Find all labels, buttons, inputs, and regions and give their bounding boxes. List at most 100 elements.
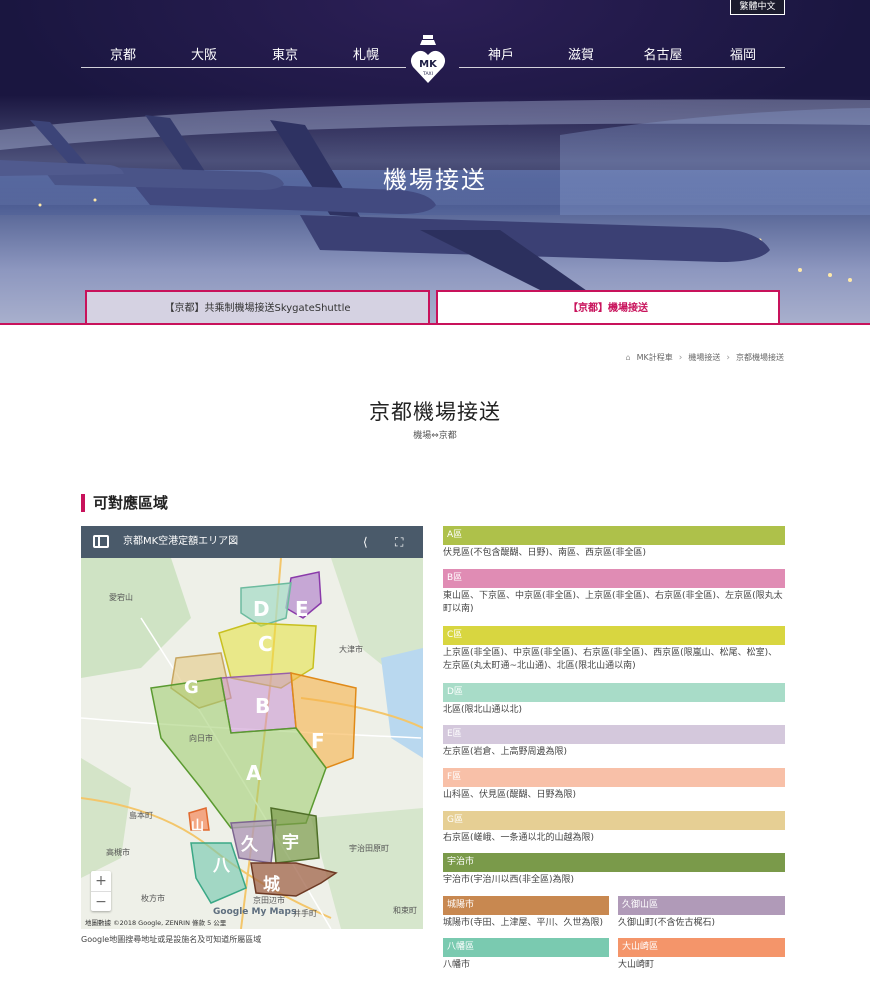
area-description: 宇治市(宇治川以西(非全區)為限) xyxy=(443,875,575,885)
area-description: 右京區(嵯峨、一条通以北的山越為限) xyxy=(443,833,595,843)
area-item: G區右京區(嵯峨、一条通以北的山越為限) xyxy=(443,811,785,845)
nav-item-nagoya[interactable]: 名古屋 xyxy=(633,44,693,63)
google-logo: Google My Maps xyxy=(213,907,296,917)
place-ujitawara: 宇治田原町 xyxy=(349,843,389,853)
place-kyotanabe: 京田辺市 xyxy=(253,895,285,905)
map-label-f: F xyxy=(311,729,325,753)
map-label-g: G xyxy=(184,677,199,698)
breadcrumb-item-current: 京都機場接送 xyxy=(736,353,784,362)
map-note: Google地圖搜尋地址或是設施名及可知道所屬區域 xyxy=(81,935,262,944)
place-takatsuki: 高槻市 xyxy=(106,847,130,857)
area-description: 久御山町(不含佐古梶石) xyxy=(618,918,716,928)
area-item: D區北區(限北山通以北) xyxy=(443,683,785,717)
map-toolbar: 京都MK空港定額エリア図 ⟨ ⛶ xyxy=(81,526,423,558)
map-label-yamazaki: 山 xyxy=(191,818,204,834)
area-name: 城陽市 xyxy=(443,896,609,915)
area-description: 左京區(岩倉、上高野周邊為限) xyxy=(443,747,568,757)
logo-mk-text: MK xyxy=(419,59,438,70)
zoom-in-button[interactable]: + xyxy=(91,871,111,891)
logo-taxi-text: TAXI xyxy=(422,71,433,77)
mk-taxi-logo[interactable]: MK TAXI xyxy=(410,33,446,85)
map-label-uji: 宇 xyxy=(282,832,299,853)
area-item: F區山科區、伏見區(醍醐、日野為限) xyxy=(443,768,785,802)
page-title: 京都機場接送 xyxy=(369,400,501,424)
area-item: 大山崎區 大山崎町 xyxy=(618,938,785,972)
area-map[interactable]: 京都MK空港定額エリア図 ⟨ ⛶ D E C G B F A 久 宇 八 山 城… xyxy=(81,526,423,929)
area-description: 城陽市(寺田、上津屋、平川、久世為限) xyxy=(443,918,604,928)
area-name: F區 xyxy=(443,768,785,787)
chevron-right-icon: › xyxy=(678,352,683,363)
breadcrumb-item-airport[interactable]: 機場接送 xyxy=(688,352,720,363)
nav-item-tokyo[interactable]: 東京 xyxy=(255,44,315,63)
nav-divider-left xyxy=(81,67,406,68)
tab-airport-transfer[interactable]: 【京都】機場接送 xyxy=(436,290,780,325)
area-item: 宇治市宇治市(宇治川以西(非全區)為限) xyxy=(443,853,785,887)
breadcrumb: ⌂ MK計程車 › 機場接送 › 京都機場接送 xyxy=(626,352,784,363)
share-icon[interactable]: ⟨ xyxy=(363,526,368,558)
map-attribution: 地圖數據 ©2018 Google, ZENRIN 條款 5 公里 xyxy=(85,918,227,927)
map-legend-icon[interactable] xyxy=(93,535,109,548)
area-item: 八幡區 八幡市 xyxy=(443,938,609,972)
chevron-right-icon: › xyxy=(726,352,730,363)
nav-item-fukuoka[interactable]: 福岡 xyxy=(713,44,773,63)
map-label-a: A xyxy=(246,761,262,785)
map-label-c: C xyxy=(258,632,273,656)
area-description: 上京區(非全區)、中京區(非全區)、右京區(非全區)、西京區(限嵐山、松尾、松室… xyxy=(443,648,778,671)
nav-item-kobe[interactable]: 神戶 xyxy=(471,44,531,63)
place-ide: 井手町 xyxy=(293,908,317,918)
map-label-b: B xyxy=(255,694,270,718)
area-name: B區 xyxy=(443,569,785,588)
nav-divider-right xyxy=(459,67,785,68)
zoom-control: + − xyxy=(91,871,111,911)
map-canvas[interactable]: D E C G B F A 久 宇 八 山 城 愛宕山 大津市 向日市 高槻市 … xyxy=(81,558,423,929)
area-description: 東山區、下京區、中京區(非全區)、上京區(非全區)、右京區(非全區)、左京區(限… xyxy=(443,591,783,614)
hero-bottom-border xyxy=(0,323,870,325)
area-name: 宇治市 xyxy=(443,853,785,872)
area-name: C區 xyxy=(443,626,785,645)
area-description: 八幡市 xyxy=(443,960,471,970)
area-item: E區左京區(岩倉、上高野周邊為限) xyxy=(443,725,785,759)
map-title: 京都MK空港定額エリア図 xyxy=(123,536,239,547)
area-name: E區 xyxy=(443,725,785,744)
hero-title: 機場接送 xyxy=(383,166,487,194)
area-description: 伏見區(不包含醍醐、日野)、南區、西京區(非全區) xyxy=(443,548,647,558)
area-name: D區 xyxy=(443,683,785,702)
nav-item-osaka[interactable]: 大阪 xyxy=(174,44,234,63)
area-item: A區伏見區(不包含醍醐、日野)、南區、西京區(非全區) xyxy=(443,526,785,560)
area-item: B區東山區、下京區、中京區(非全區)、上京區(非全區)、右京區(非全區)、左京區… xyxy=(443,569,785,616)
page-subtitle: 機場⇔京都 xyxy=(413,431,457,441)
area-name: 八幡區 xyxy=(443,938,609,957)
section-title: 可對應區域 xyxy=(81,494,168,512)
area-name: G區 xyxy=(443,811,785,830)
place-muko: 向日市 xyxy=(189,733,213,743)
tab-skygate-shuttle[interactable]: 【京都】共乘制機場接送SkygateShuttle xyxy=(85,290,430,325)
place-shimamoto: 島本町 xyxy=(129,810,153,820)
breadcrumb-item-home[interactable]: MK計程車 xyxy=(637,352,673,363)
area-name: 久御山區 xyxy=(618,896,785,915)
map-label-kumiyama: 久 xyxy=(241,834,258,855)
area-item: 久御山區久御山町(不含佐古梶石) xyxy=(618,896,785,930)
place-otsu: 大津市 xyxy=(339,644,363,654)
area-item: C區上京區(非全區)、中京區(非全區)、右京區(非全區)、西京區(限嵐山、松尾、… xyxy=(443,626,785,673)
map-label-d: D xyxy=(253,597,270,621)
map-label-joyo: 城 xyxy=(263,875,280,895)
place-hirakata: 枚方市 xyxy=(141,893,165,903)
nav-item-kyoto[interactable]: 京都 xyxy=(93,44,153,63)
area-description: 北區(限北山通以北) xyxy=(443,705,523,715)
area-description: 山科區、伏見區(醍醐、日野為限) xyxy=(443,790,577,800)
hero-banner: 繁體中文 京都 大阪 東京 札幌 神戶 滋賀 名古屋 福岡 MK TAXI 機場… xyxy=(0,0,870,325)
place-wazuka: 和束町 xyxy=(393,906,417,915)
language-button[interactable]: 繁體中文 xyxy=(730,0,785,15)
area-name: A區 xyxy=(443,526,785,545)
home-icon: ⌂ xyxy=(625,353,631,362)
area-item: 城陽市城陽市(寺田、上津屋、平川、久世為限) xyxy=(443,896,609,930)
area-description: 大山崎町 xyxy=(618,960,655,970)
map-label-yawata: 八 xyxy=(213,856,231,876)
map-label-e: E xyxy=(295,597,309,621)
area-name: 大山崎區 xyxy=(618,938,785,957)
zoom-out-button[interactable]: − xyxy=(91,891,111,911)
nav-item-sapporo[interactable]: 札幌 xyxy=(336,44,396,63)
place-atago: 愛宕山 xyxy=(109,592,133,602)
nav-item-shiga[interactable]: 滋賀 xyxy=(551,44,611,63)
fullscreen-icon[interactable]: ⛶ xyxy=(395,526,403,558)
